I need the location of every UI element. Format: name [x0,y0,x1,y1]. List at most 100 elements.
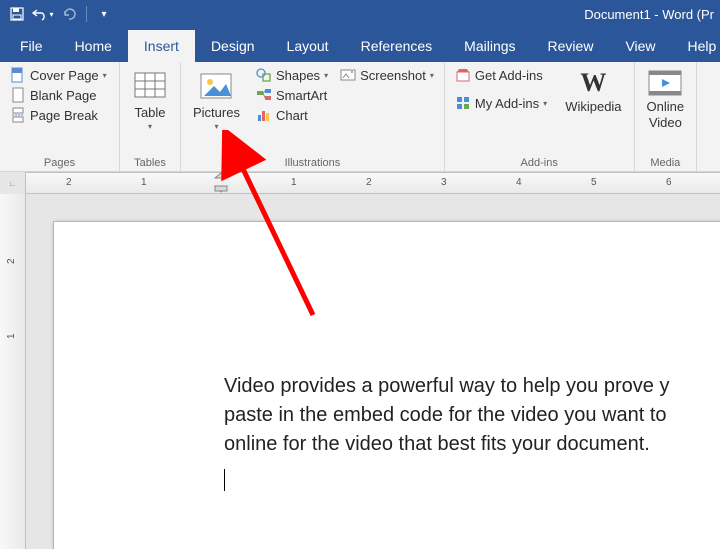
redo-icon [62,7,76,21]
group-pages-label: Pages [8,155,111,169]
screenshot-label: Screenshot [360,68,426,83]
document-text[interactable]: Video provides a powerful way to help yo… [224,372,720,500]
ruler-num: 1 [291,177,297,188]
horizontal-ruler[interactable]: 2 1 1 2 3 4 5 6 [26,172,720,194]
cover-page-icon [10,67,26,83]
ruler-num: 2 [66,177,72,188]
tab-help[interactable]: Help [672,30,720,62]
tab-view[interactable]: View [609,30,671,62]
vruler-num: 1 [6,333,17,339]
ruler-num: 4 [516,177,522,188]
tab-insert[interactable]: Insert [128,30,195,62]
group-pages: Cover Page ▾ Blank Page Page Break Pages [0,62,120,171]
ribbon: Cover Page ▾ Blank Page Page Break Pages… [0,62,720,172]
ruler-area: ∟ 2 1 1 2 3 4 5 6 [0,172,720,194]
screenshot-button[interactable]: Screenshot ▾ [338,66,436,84]
cover-page-button[interactable]: Cover Page ▾ [8,66,109,84]
addins-icon [455,95,471,111]
group-tables-label: Tables [128,155,172,169]
tab-mailings[interactable]: Mailings [448,30,531,62]
redo-button[interactable] [58,3,80,25]
blank-page-label: Blank Page [30,88,97,103]
page[interactable]: Video provides a powerful way to help yo… [54,222,720,549]
chart-button[interactable]: Chart [254,106,330,124]
table-button[interactable]: Table ▾ [128,66,172,133]
shapes-button[interactable]: Shapes ▾ [254,66,330,84]
text-cursor [224,469,225,491]
window-title: Document1 - Word (Pr [584,7,714,22]
ribbon-tabs: File Home Insert Design Layout Reference… [0,28,720,62]
pictures-label: Pictures [193,106,240,120]
screenshot-icon [340,67,356,83]
page-break-label: Page Break [30,108,98,123]
smartart-icon [256,87,272,103]
table-label: Table [134,106,165,120]
customize-qat-button[interactable]: ▾ [93,3,115,25]
tab-review[interactable]: Review [532,30,610,62]
ruler-num: 5 [591,177,597,188]
online-video-button[interactable]: Online Video [643,66,689,133]
text-line: paste in the embed code for the video yo… [224,401,720,430]
tab-design[interactable]: Design [195,30,271,62]
get-addins-label: Get Add-ins [475,68,543,83]
ruler-num: 1 [141,177,147,188]
group-illustrations: Pictures ▾ Shapes ▾ SmartArt Chart [181,62,445,171]
my-addins-label: My Add-ins [475,96,539,111]
ruler-num: 2 [366,177,372,188]
vruler-num: 2 [6,258,17,264]
my-addins-button[interactable]: My Add-ins ▾ [453,94,549,112]
document-area: 2 1 Video provides a powerful way to hel… [0,194,720,549]
tab-file[interactable]: File [4,30,59,62]
save-icon [10,7,24,21]
quick-access-toolbar: ▾ ▾ [6,3,115,25]
undo-button[interactable]: ▾ [32,3,54,25]
group-addins: Get Add-ins My Add-ins ▾ W Wikipedia Add… [445,62,635,171]
blank-page-icon [10,87,26,103]
indent-marker-icon[interactable] [214,172,228,194]
title-bar: ▾ ▾ Document1 - Word (Pr [0,0,720,28]
dropdown-caret-icon: ▾ [214,122,218,131]
vertical-ruler[interactable]: 2 1 [0,194,26,549]
page-viewport[interactable]: Video provides a powerful way to help yo… [26,194,720,549]
group-illustrations-label: Illustrations [189,155,436,169]
table-icon [132,68,168,104]
pictures-button[interactable]: Pictures ▾ [189,66,244,133]
wikipedia-label: Wikipedia [565,100,621,114]
ruler-num: 3 [441,177,447,188]
chart-icon [256,107,272,123]
group-media: Online Video Media [635,62,698,171]
ruler-num: 6 [666,177,672,188]
page-break-button[interactable]: Page Break [8,106,109,124]
save-button[interactable] [6,3,28,25]
group-media-label: Media [643,155,689,169]
tab-layout[interactable]: Layout [271,30,345,62]
dropdown-caret-icon: ▾ [103,71,107,80]
chevron-down-icon: ▾ [101,9,106,20]
smartart-button[interactable]: SmartArt [254,86,330,104]
online-video-label-1: Online [647,100,685,114]
dropdown-caret-icon: ▾ [49,10,53,19]
shapes-icon [256,67,272,83]
text-line: Video provides a powerful way to help yo… [224,372,720,401]
tab-home[interactable]: Home [59,30,128,62]
page-break-icon [10,107,26,123]
smartart-label: SmartArt [276,88,327,103]
dropdown-caret-icon: ▾ [324,71,328,80]
text-line: online for the video that best fits your… [224,430,720,459]
online-video-label-2: Video [649,116,682,130]
get-addins-button[interactable]: Get Add-ins [453,66,549,84]
dropdown-caret-icon: ▾ [430,71,434,80]
pictures-icon [198,68,234,104]
tab-references[interactable]: References [345,30,449,62]
dropdown-caret-icon: ▾ [543,99,547,108]
store-icon [455,67,471,83]
group-addins-label: Add-ins [453,155,626,169]
wikipedia-icon: W [580,68,606,98]
wikipedia-button[interactable]: W Wikipedia [561,66,625,116]
separator [86,6,87,22]
ruler-corner: ∟ [0,172,26,194]
video-icon [647,68,683,98]
chart-label: Chart [276,108,308,123]
cover-page-label: Cover Page [30,68,99,83]
blank-page-button[interactable]: Blank Page [8,86,109,104]
